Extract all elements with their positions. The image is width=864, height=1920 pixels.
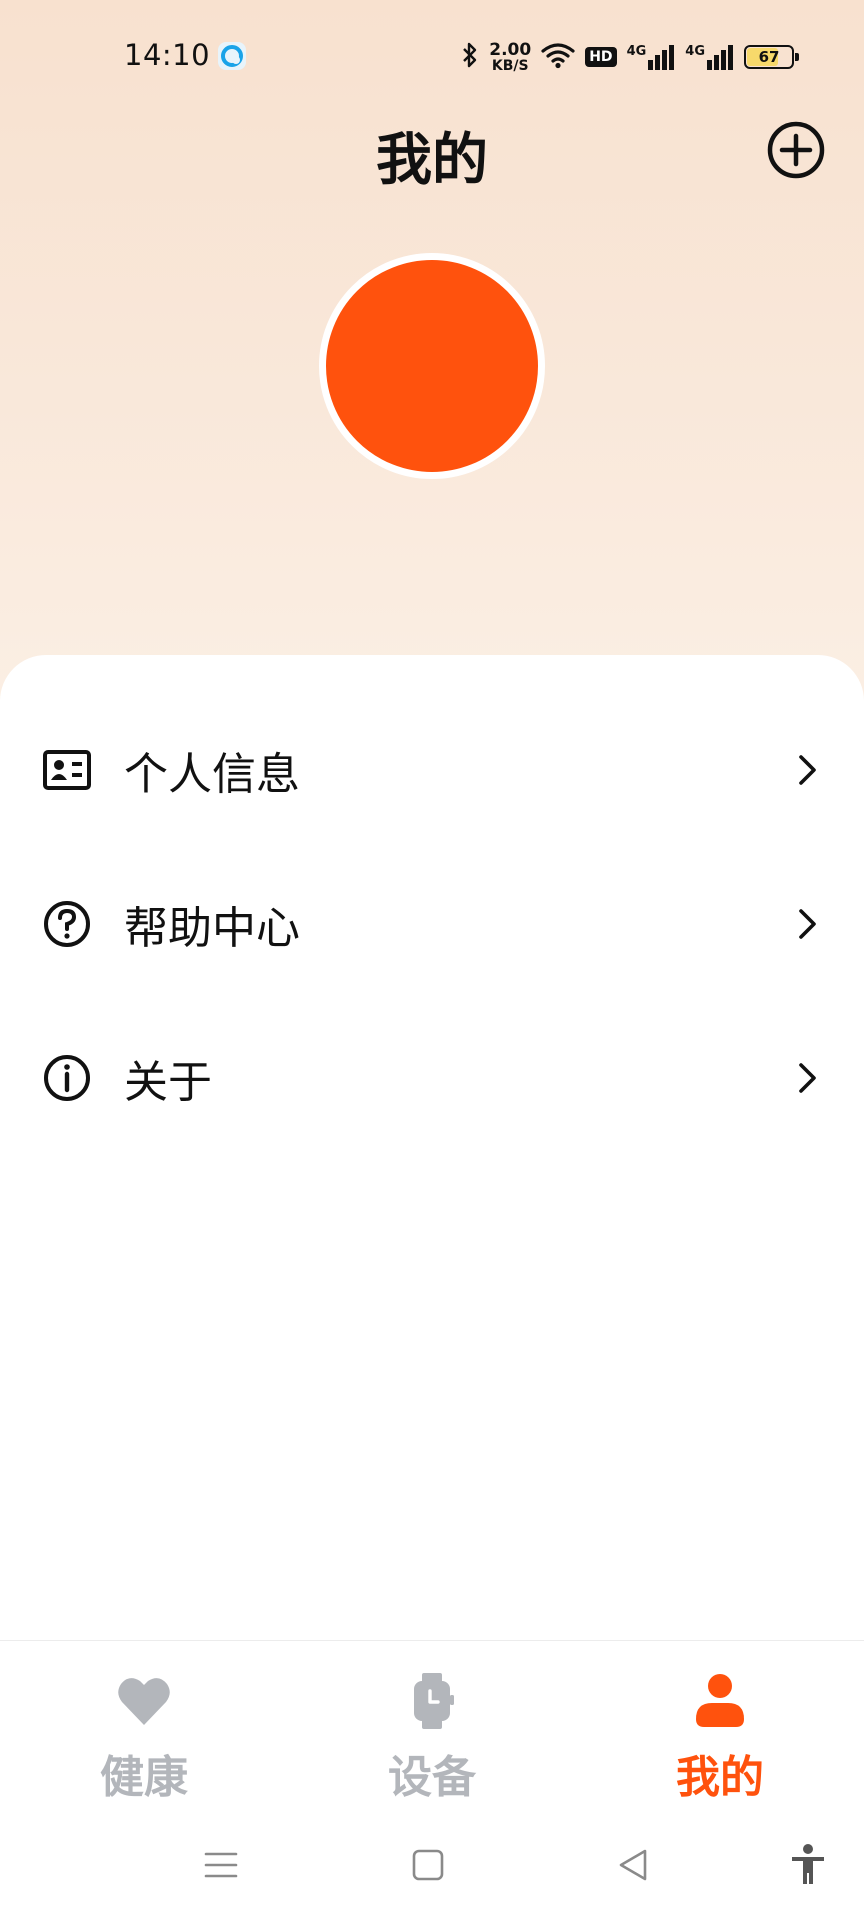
signal-1-label: 4G (626, 44, 647, 59)
battery-level: 67 (758, 48, 780, 66)
network-speed-value: 2.00 (489, 39, 532, 60)
tab-label: 我的 (676, 1752, 764, 1803)
tab-device[interactable]: 设备 (288, 1641, 576, 1811)
tab-label: 设备 (388, 1752, 476, 1803)
back-icon[interactable] (609, 1840, 659, 1890)
page-title: 我的 (376, 128, 488, 193)
menu-item-personal-info[interactable]: 个人信息 (0, 695, 864, 845)
person-icon (696, 1674, 744, 1727)
wifi-icon (541, 41, 575, 73)
chevron-right-icon (799, 909, 816, 939)
accessibility-icon[interactable] (783, 1840, 833, 1890)
plus-circle-icon (767, 121, 825, 179)
tab-label: 健康 (100, 1752, 188, 1803)
tab-health[interactable]: 健康 (0, 1641, 288, 1811)
question-circle-icon (40, 897, 94, 951)
avatar[interactable] (319, 253, 545, 479)
status-time: 14:10 (124, 38, 211, 72)
menu-item-about[interactable]: 关于 (0, 1003, 864, 1153)
heart-icon (118, 1678, 170, 1725)
menu-card: 个人信息 帮助中心 关于 (0, 655, 864, 1645)
bottom-nav: 健康 设备 我的 (0, 1640, 864, 1810)
system-nav-bar (0, 1810, 864, 1920)
notification-app-icon (218, 42, 246, 70)
signal-icon-2: 4G (685, 44, 734, 70)
status-bar: 14:10 2.00 KB/S HD 4G 4G 67 (0, 0, 864, 110)
battery-icon: 67 (744, 45, 799, 69)
bluetooth-icon (461, 41, 479, 73)
status-icons: 2.00 KB/S HD 4G 4G 67 (461, 39, 799, 74)
add-button[interactable] (766, 120, 826, 180)
home-icon[interactable] (403, 1840, 453, 1890)
watch-icon (414, 1673, 454, 1729)
chevron-right-icon (799, 1063, 816, 1093)
menu-item-help-center[interactable]: 帮助中心 (0, 849, 864, 999)
menu-item-label: 帮助中心 (124, 903, 300, 954)
menu-item-label: 关于 (124, 1057, 212, 1108)
network-speed-unit: KB/S (491, 57, 529, 74)
tab-mine[interactable]: 我的 (576, 1641, 864, 1811)
network-speed: 2.00 KB/S (489, 39, 532, 74)
signal-2-label: 4G (685, 44, 705, 59)
id-card-icon (40, 743, 94, 797)
chevron-right-icon (799, 755, 816, 785)
menu-icon[interactable] (196, 1840, 246, 1890)
hd-badge: HD (585, 47, 617, 67)
info-circle-icon (40, 1051, 94, 1105)
menu-item-label: 个人信息 (124, 749, 300, 800)
screen: 14:10 2.00 KB/S HD 4G 4G 67 我的 个人信息 帮助中心… (0, 0, 864, 1920)
signal-icon: 4G (627, 44, 676, 70)
